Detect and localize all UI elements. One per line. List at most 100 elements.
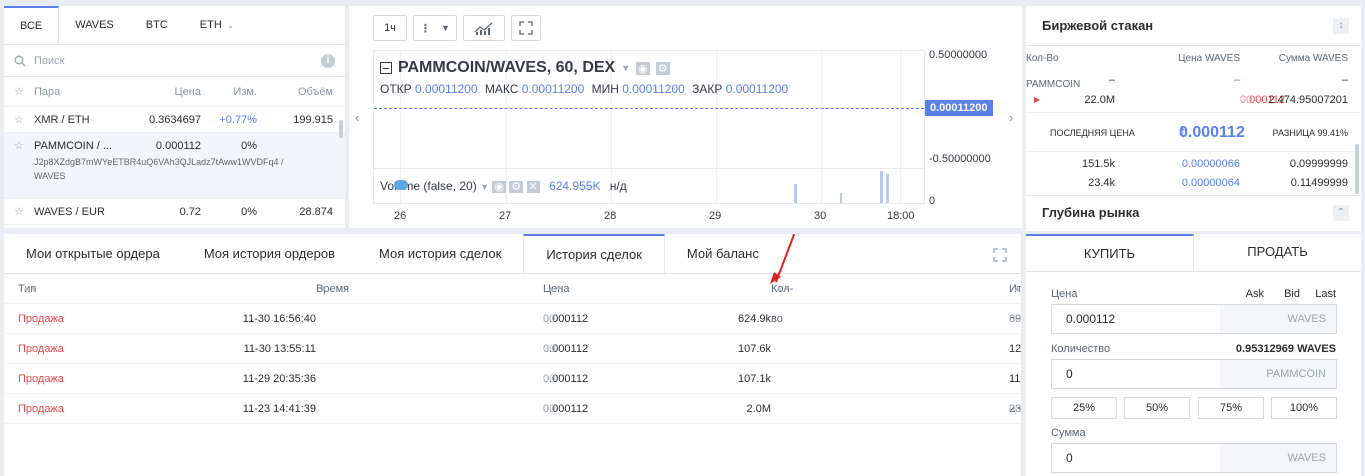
percent-50-button[interactable]: 50% xyxy=(1124,397,1190,419)
col-pair[interactable]: Пара xyxy=(34,77,60,107)
market-depth-title: Глубина рынка xyxy=(1042,205,1140,220)
caret-down-icon[interactable]: ▼ xyxy=(621,63,630,73)
expand-icon[interactable] xyxy=(993,248,1007,262)
price-input[interactable] xyxy=(1052,305,1220,333)
fullscreen-icon xyxy=(519,21,533,35)
trade-total-faded: 00000 xyxy=(1009,313,1021,325)
trade-time: 11-30 16:56:40 xyxy=(242,313,316,325)
tab-all[interactable]: ВСЕ xyxy=(4,6,60,44)
star-icon[interactable]: ☆ xyxy=(14,107,24,133)
last-price-tag: 0.00011200 xyxy=(925,100,993,116)
markets-panel: ВСЕ WAVES BTC ETH ⌄ i ☆ Пара Цена Изм. Об… xyxy=(4,6,345,228)
bid-link[interactable]: Bid xyxy=(1284,288,1300,300)
col-sum: Сумма WAVES xyxy=(1278,53,1348,64)
chart-toolbar: 1ч ⋮ ▼ xyxy=(373,15,541,41)
market-scrollbar[interactable] xyxy=(339,120,343,138)
orderbook-ask-row[interactable]: ▶ 22.0M 0.000112 00 2 474.95007201 xyxy=(1026,88,1361,112)
last-link[interactable]: Last xyxy=(1315,288,1336,300)
orderbook-bid-row[interactable]: 23.4k 0.00000064 0.11499999 xyxy=(1026,176,1361,190)
market-row-selected[interactable]: ☆ PAMMCOIN / ... 0.000112 0% J2p8XZdgB7m… xyxy=(4,133,345,199)
indicators-icon xyxy=(474,22,493,35)
history-row[interactable]: Продажа11-23 14:41:390.000112002.0M231.0… xyxy=(4,394,1021,424)
trade-amount: 2.0M xyxy=(746,403,771,415)
tab-trade-history[interactable]: История сделок xyxy=(523,234,665,273)
grid-line xyxy=(716,51,717,203)
low-label: МИН xyxy=(591,82,619,96)
quantity-input[interactable] xyxy=(1052,360,1220,388)
tab-sell[interactable]: ПРОДАТЬ xyxy=(1194,234,1361,271)
history-row[interactable]: Продажа11-29 20:35:360.00011200107.1k11.… xyxy=(4,364,1021,394)
star-icon[interactable]: ☆ xyxy=(14,199,24,225)
tab-buy[interactable]: КУПИТЬ xyxy=(1026,234,1194,271)
open-label: ОТКР xyxy=(380,82,412,96)
percent-100-button[interactable]: 100% xyxy=(1271,397,1337,419)
search-input[interactable] xyxy=(34,54,321,67)
history-rows: Продажа11-30 16:56:400.00011200624.9k69.… xyxy=(4,304,1021,424)
arrow-up-icon: ↑ xyxy=(1179,124,1187,141)
quantity-unit: PAMMCOIN xyxy=(1220,360,1336,388)
ask-sum: 2 474.95007201 xyxy=(1268,94,1348,106)
eye-icon[interactable]: ◉ xyxy=(492,181,506,193)
tab-btc[interactable]: BTC xyxy=(130,6,184,44)
tab-open-orders[interactable]: Мои открытые ордера xyxy=(4,234,182,273)
info-icon[interactable]: i xyxy=(321,53,335,68)
market-change: +0.77% xyxy=(219,114,257,126)
volume-pane-separator[interactable] xyxy=(374,168,924,169)
chart-canvas[interactable]: PAMMCOIN/WAVES, 60, DEX ▼ ◉ ⚙ ОТКР 0.000… xyxy=(373,50,925,204)
trade-panel: КУПИТЬ ПРОДАТЬ Цена Ask Bid Last WAVES К… xyxy=(1026,234,1361,476)
market-row[interactable]: ☆ XMR / ETH 0.3634697 +0.77% 199.915 xyxy=(4,107,345,133)
indicators-button[interactable] xyxy=(463,15,505,41)
caret-down-icon[interactable]: ▼ xyxy=(480,182,489,192)
sum-input[interactable] xyxy=(1052,444,1220,472)
sort-icon: ▲▼ xyxy=(547,284,563,293)
trade-tabs: КУПИТЬ ПРОДАТЬ xyxy=(1026,234,1361,272)
history-header: Тип▲▼ Время▼ Цена▲▼ Кол-во▲▼ Итого▲▼ xyxy=(4,274,1021,325)
last-price-label: ПОСЛЕДНЯЯ ЦЕНА xyxy=(1050,128,1135,138)
tab-eth-label: ETH xyxy=(199,19,222,31)
bid-price: 0.00000064 xyxy=(1181,177,1240,189)
market-change: 0% xyxy=(241,206,257,218)
close-icon[interactable]: ✕ xyxy=(526,181,540,193)
percent-25-button[interactable]: 25% xyxy=(1051,397,1117,419)
trade-amount: 107.1k xyxy=(737,373,771,385)
star-icon[interactable]: ☆ xyxy=(14,133,24,159)
ask-link[interactable]: Ask xyxy=(1246,288,1264,300)
y-tick: 0.50000000 xyxy=(929,49,988,61)
gear-icon[interactable]: ⚙ xyxy=(655,61,670,75)
high-label: МАКС xyxy=(484,82,519,96)
empty-amount: – xyxy=(1108,74,1115,86)
orderbook-bid-row[interactable]: 151.5k 0.00000066 0.09999999 xyxy=(1026,152,1361,176)
bid-sum: 0.11499999 xyxy=(1290,177,1348,189)
col-volume[interactable]: Объём xyxy=(298,77,333,107)
collapse-vertical-icon[interactable]: ↕ xyxy=(1333,18,1349,34)
eye-icon[interactable]: ◉ xyxy=(636,61,650,75)
fullscreen-button[interactable] xyxy=(511,15,541,41)
trade-time: 11-30 13:55:11 xyxy=(243,343,316,355)
tab-order-history[interactable]: Моя история ордеров xyxy=(182,234,357,273)
tab-eth[interactable]: ETH ⌄ xyxy=(184,6,251,44)
price-line xyxy=(374,108,924,109)
y-tick: 0 xyxy=(929,195,936,207)
market-pair: WAVES / EUR xyxy=(34,206,105,218)
col-change[interactable]: Изм. xyxy=(233,77,257,107)
interval-button[interactable]: 1ч xyxy=(373,15,407,41)
history-row[interactable]: Продажа11-30 13:55:110.00011200107.6k12.… xyxy=(4,334,1021,364)
tab-my-trades[interactable]: Моя история сделок xyxy=(357,234,523,273)
collapse-icon[interactable] xyxy=(380,62,392,74)
col-price[interactable]: Цена xyxy=(175,77,201,107)
orderbook-scrollbar[interactable] xyxy=(1355,144,1359,194)
star-icon[interactable]: ☆ xyxy=(14,77,24,107)
x-tick: 26 xyxy=(394,210,407,222)
balance-value[interactable]: 0.95312969 WAVES xyxy=(1236,343,1336,355)
x-tick: 30 xyxy=(814,210,827,222)
chevron-left-icon[interactable]: ‹ xyxy=(355,110,359,125)
market-row[interactable]: ☆ WAVES / EUR 0.72 0% 28.874 xyxy=(4,199,345,225)
chart-type-dropdown[interactable]: ⋮ ▼ xyxy=(413,15,457,41)
history-row[interactable]: Продажа11-30 16:56:400.00011200624.9k69.… xyxy=(4,304,1021,334)
tab-waves[interactable]: WAVES xyxy=(59,6,130,44)
chevron-right-icon[interactable]: › xyxy=(1009,110,1013,125)
percent-75-button[interactable]: 75% xyxy=(1198,397,1264,419)
gear-icon[interactable]: ⚙ xyxy=(509,181,524,193)
market-depth-panel[interactable]: Глубина рынка ⌃ xyxy=(1026,195,1361,231)
chevron-up-icon[interactable]: ⌃ xyxy=(1333,205,1349,221)
